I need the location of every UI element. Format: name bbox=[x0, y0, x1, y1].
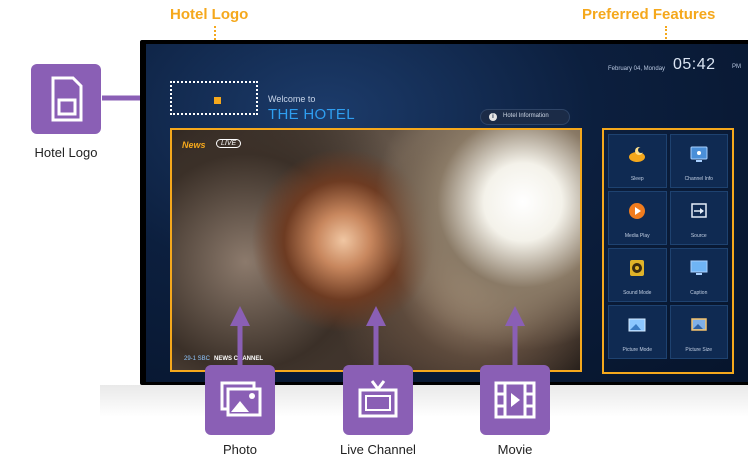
feature-label: Source bbox=[690, 233, 707, 239]
film-callout-icon bbox=[480, 365, 550, 435]
movie-arrow bbox=[505, 306, 525, 366]
movie-callout-label: Movie bbox=[497, 442, 533, 457]
feature-label: Sleep bbox=[630, 176, 644, 182]
live-badge: LIVE bbox=[216, 139, 242, 148]
feature-media-play[interactable]: Media Play bbox=[608, 191, 667, 245]
media-play-icon bbox=[629, 203, 646, 219]
news-label: News bbox=[182, 140, 206, 150]
source-icon bbox=[691, 203, 707, 218]
hotel-name: THE HOTEL bbox=[268, 106, 355, 123]
feature-label: Sound Mode bbox=[623, 290, 652, 296]
picture-size-icon bbox=[691, 318, 707, 331]
feature-label: Picture Size bbox=[685, 347, 713, 353]
feature-label: Media Play bbox=[624, 233, 650, 239]
hotel-logo-marker bbox=[214, 97, 221, 104]
tv-callout-icon bbox=[343, 365, 413, 435]
feature-picture-mode[interactable]: Picture Mode bbox=[608, 305, 667, 359]
photo-callout-icon bbox=[205, 365, 275, 435]
hotel-logo-callout-title: Hotel Logo bbox=[170, 6, 249, 23]
clock-time: 05:42 bbox=[673, 56, 716, 73]
feature-label: Channel Info bbox=[684, 176, 713, 182]
sleep-moon-icon bbox=[629, 147, 646, 162]
tv-stand bbox=[100, 385, 748, 417]
photo-callout-label: Photo bbox=[223, 442, 257, 457]
hotel-information-button[interactable]: i Hotel Information bbox=[480, 109, 570, 125]
document-callout-icon bbox=[31, 64, 101, 134]
feature-label: Picture Mode bbox=[622, 347, 652, 353]
clock-ampm: PM bbox=[732, 64, 741, 70]
welcome-text: Welcome to bbox=[268, 94, 316, 104]
channel-number: 29-1 SBC bbox=[184, 356, 211, 362]
feature-source[interactable]: Source bbox=[669, 191, 728, 245]
live-channel-callout-label: Live Channel bbox=[340, 442, 416, 457]
picture-mode-icon bbox=[628, 318, 646, 332]
feature-caption[interactable]: Caption bbox=[669, 248, 728, 302]
hotel-information-label: Hotel Information bbox=[503, 113, 549, 119]
hotel-logo-callout-label: Hotel Logo bbox=[34, 145, 98, 160]
feature-picture-size[interactable]: Picture Size bbox=[669, 305, 728, 359]
channel-info-icon bbox=[690, 146, 708, 162]
photo-arrow bbox=[230, 306, 250, 366]
preferred-features-callout-title: Preferred Features bbox=[582, 6, 716, 23]
speaker-icon bbox=[630, 260, 645, 276]
feature-channel-info[interactable]: Channel Info bbox=[669, 134, 728, 188]
feature-sound-mode[interactable]: Sound Mode bbox=[608, 248, 667, 302]
feature-label: Caption bbox=[690, 290, 708, 296]
date-text: February 04, Monday bbox=[608, 66, 666, 72]
info-icon: i bbox=[489, 113, 497, 121]
feature-sleep[interactable]: Sleep bbox=[608, 134, 667, 188]
live-channel-arrow bbox=[366, 306, 386, 366]
preferred-features-panel: Sleep Channel Info Media Play Source Sou… bbox=[602, 128, 734, 374]
caption-icon bbox=[690, 260, 708, 275]
